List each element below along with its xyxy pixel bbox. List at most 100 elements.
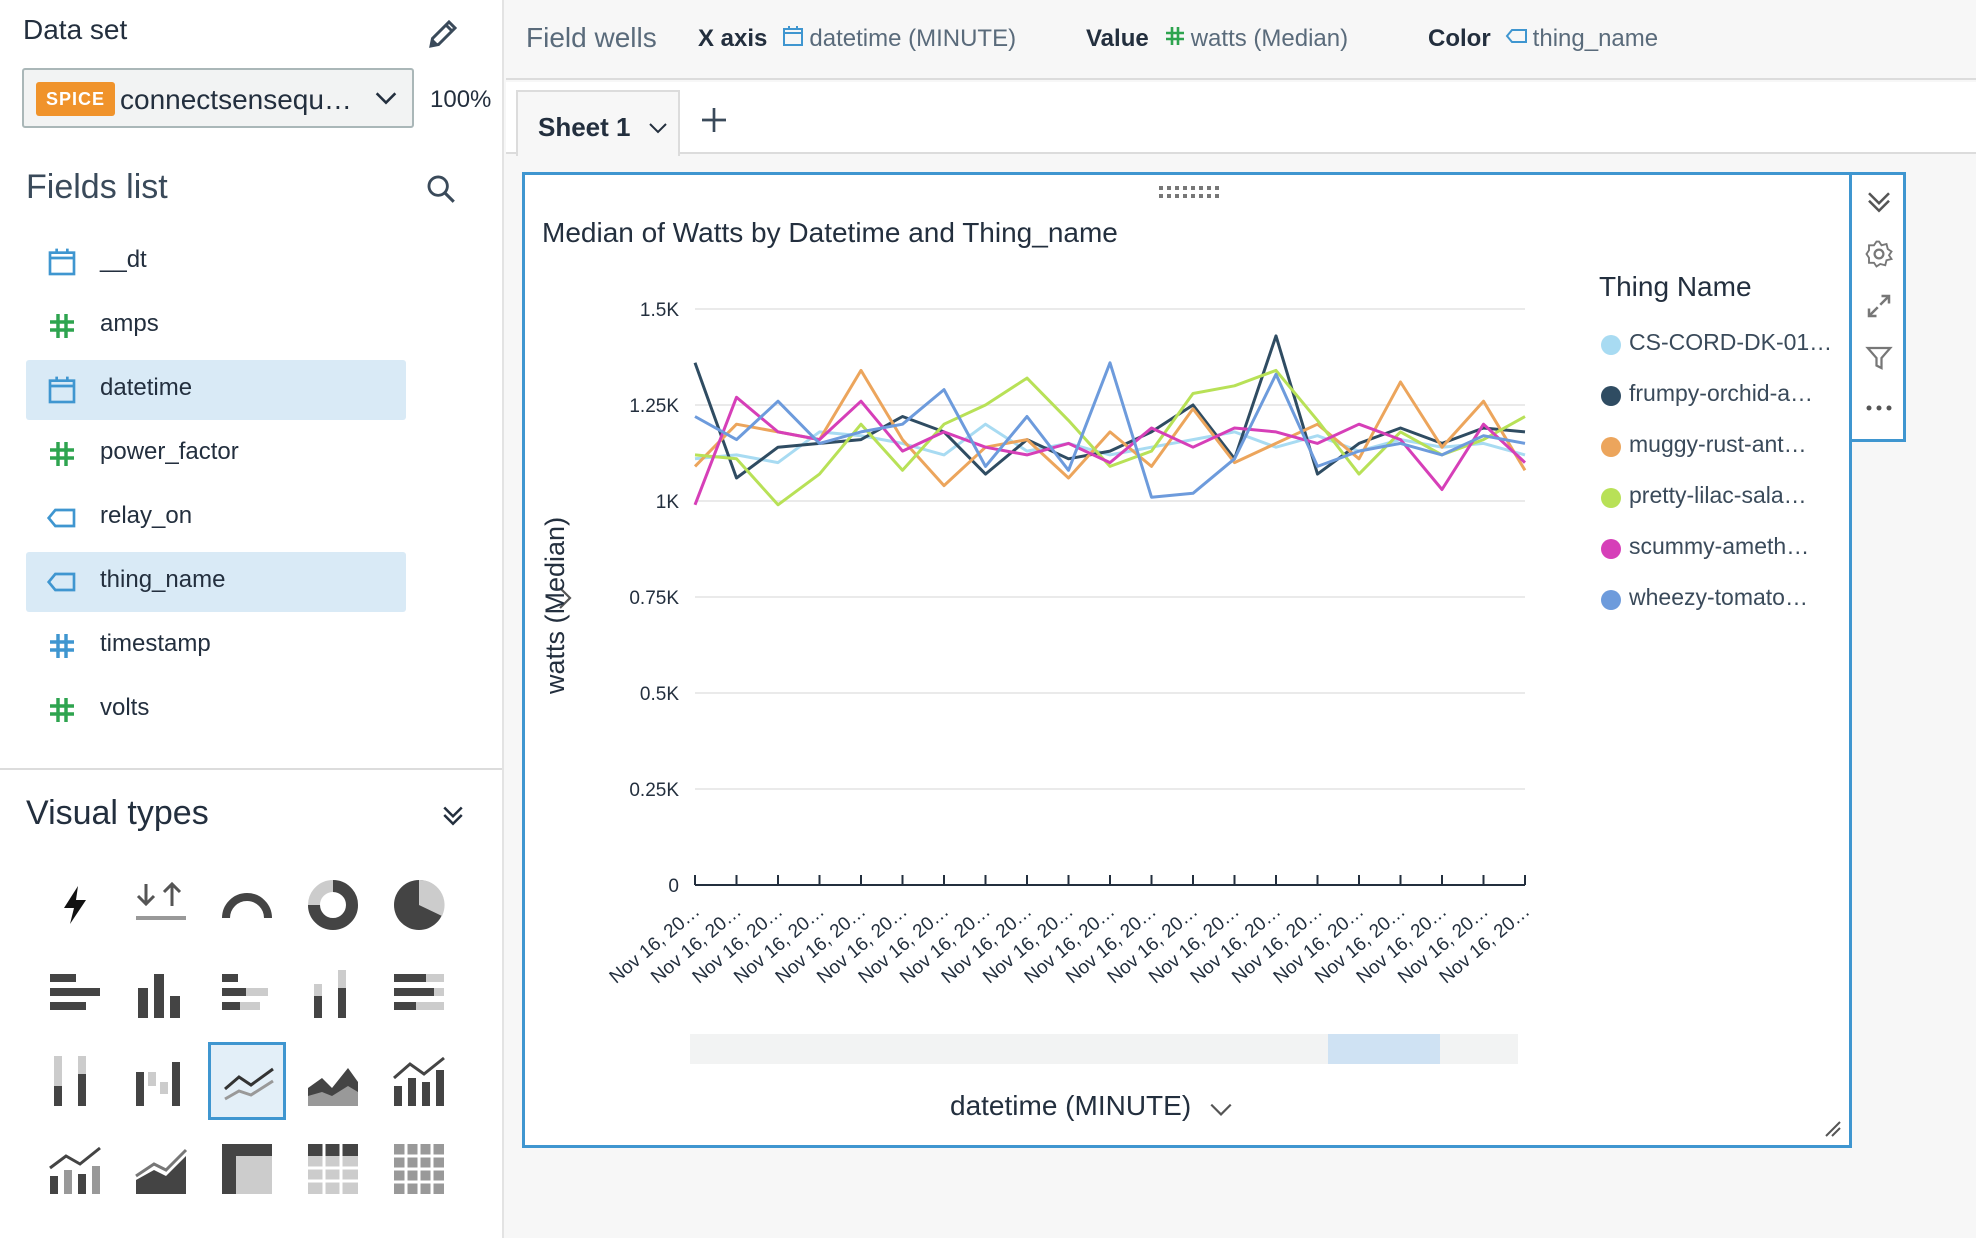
field-item-dt[interactable]: __dt	[26, 232, 406, 292]
hash-icon	[50, 698, 74, 722]
legend-swatch	[1601, 437, 1621, 457]
legend-label: pretty-lilac-sala…	[1629, 482, 1807, 508]
table-icon[interactable]	[294, 1130, 372, 1208]
x-axis-value: datetime (MINUTE)	[809, 25, 1017, 52]
color-well[interactable]: Color thing_name	[1428, 24, 1658, 53]
calendar-icon	[48, 376, 76, 404]
legend-item[interactable]: scummy-ameth…	[1599, 527, 1839, 578]
panel-divider[interactable]	[0, 768, 502, 770]
y-axis-title[interactable]: watts (Median)	[540, 517, 571, 694]
heat-map-icon[interactable]	[380, 1130, 458, 1208]
field-item-timestamp[interactable]: timestamp	[26, 616, 406, 676]
dataset-select[interactable]: SPICE connectsensequ…	[22, 68, 414, 128]
legend-swatch	[1601, 335, 1621, 355]
chevron-down-icon[interactable]	[1208, 1096, 1234, 1122]
tag-icon	[46, 508, 76, 528]
field-item-amps[interactable]: amps	[26, 296, 406, 356]
visual-types-title: Visual types	[26, 794, 209, 832]
field-item-datetime[interactable]: datetime	[26, 360, 406, 420]
donut-chart-icon[interactable]	[294, 866, 372, 944]
legend-item[interactable]: muggy-rust-ant…	[1599, 425, 1839, 476]
legend-label: frumpy-orchid-a…	[1629, 380, 1814, 406]
gauge-icon[interactable]	[208, 866, 286, 944]
kpi-icon[interactable]	[122, 866, 200, 944]
combo-chart-icon[interactable]	[380, 1042, 458, 1120]
collapse-icon[interactable]	[1864, 187, 1894, 217]
calendar-icon	[48, 248, 76, 276]
waterfall-icon[interactable]	[122, 1042, 200, 1120]
autograph-icon[interactable]	[36, 866, 114, 944]
percent-column-icon[interactable]	[36, 1042, 114, 1120]
fields-list-title: Fields list	[26, 168, 168, 206]
resize-handle-icon[interactable]	[1822, 1118, 1842, 1138]
y-tick-label: 0.5K	[640, 684, 679, 705]
legend-swatch	[1601, 488, 1621, 508]
vertical-bar-icon[interactable]	[122, 954, 200, 1032]
stacked-column-icon[interactable]	[294, 954, 372, 1032]
chevron-down-icon	[375, 92, 397, 105]
x-axis-label: X axis	[698, 25, 768, 52]
area-line-icon[interactable]	[122, 1130, 200, 1208]
x-axis-well[interactable]: X axis datetime (MINUTE)	[698, 24, 1016, 53]
combo-stacked-icon[interactable]	[36, 1130, 114, 1208]
field-item-volts[interactable]: volts	[26, 680, 406, 740]
color-label: Color	[1428, 25, 1491, 52]
scrollbar-thumb[interactable]	[1328, 1034, 1440, 1064]
chevron-down-icon[interactable]	[646, 116, 670, 140]
field-item-thing-name[interactable]: thing_name	[26, 552, 406, 612]
legend-item[interactable]: frumpy-orchid-a…	[1599, 374, 1839, 425]
legend-swatch	[1601, 539, 1621, 559]
legend-label: CS-CORD-DK-01…	[1629, 329, 1833, 355]
series-line	[693, 334, 1526, 480]
search-icon[interactable]	[424, 172, 458, 206]
plus-icon[interactable]	[698, 104, 730, 136]
y-tick-label: 0.75K	[629, 588, 679, 609]
legend-item[interactable]: wheezy-tomato…	[1599, 578, 1839, 629]
field-item-relay-on[interactable]: relay_on	[26, 488, 406, 548]
spice-badge: SPICE	[36, 82, 116, 116]
field-wells-title: Field wells	[526, 22, 657, 53]
y-tick-label: 0.25K	[629, 780, 679, 801]
value-label: Value	[1086, 25, 1149, 52]
sheet-tab-label: Sheet 1	[538, 112, 631, 142]
legend-swatch	[1601, 590, 1621, 610]
field-name: amps	[100, 310, 159, 337]
y-tick-label: 1.5K	[640, 300, 679, 321]
legend-item[interactable]: CS-CORD-DK-01…	[1599, 323, 1839, 374]
line-chart: 00.25K0.5K0.75K1K1.25K1.5KNov 16, 20…Nov…	[606, 300, 1534, 988]
pie-chart-icon[interactable]	[380, 866, 458, 944]
tab-sheet-1[interactable]: Sheet 1	[516, 90, 680, 156]
filter-icon[interactable]	[1864, 343, 1894, 373]
stacked-bar-icon[interactable]	[208, 954, 286, 1032]
field-name: datetime	[100, 374, 193, 401]
horizontal-bar-icon[interactable]	[36, 954, 114, 1032]
y-tick-label: 1.25K	[629, 396, 679, 417]
legend-label: muggy-rust-ant…	[1629, 431, 1807, 457]
gear-icon[interactable]	[1864, 239, 1894, 269]
x-axis-scrollbar[interactable]	[690, 1034, 1518, 1064]
visual-toolbar	[1850, 172, 1906, 442]
field-item-power-factor[interactable]: power_factor	[26, 424, 406, 484]
line-chart-icon[interactable]	[208, 1042, 286, 1120]
x-axis-title[interactable]: datetime (MINUTE)	[950, 1090, 1191, 1122]
legend-item[interactable]: pretty-lilac-sala…	[1599, 476, 1839, 527]
area-chart-icon[interactable]	[294, 1042, 372, 1120]
visual-card[interactable]: Median of Watts by Datetime and Thing_na…	[522, 172, 1852, 1148]
more-options-icon[interactable]	[1864, 393, 1894, 423]
dataset-label: Data set	[23, 14, 128, 45]
expand-icon[interactable]	[1864, 291, 1894, 321]
y-tick-label: 0	[668, 876, 679, 897]
hash-icon	[50, 314, 74, 338]
percent-bar-icon[interactable]	[380, 954, 458, 1032]
edit-pencil-icon[interactable]	[425, 16, 461, 52]
collapse-icon[interactable]	[438, 800, 468, 830]
value-well[interactable]: Value watts (Median)	[1086, 24, 1348, 53]
hash-blue-icon	[50, 634, 74, 658]
pivot-table-icon[interactable]	[208, 1130, 286, 1208]
field-name: power_factor	[100, 438, 239, 465]
legend: CS-CORD-DK-01… frumpy-orchid-a… muggy-ru…	[1599, 323, 1839, 629]
legend-label: wheezy-tomato…	[1629, 584, 1808, 610]
fields-list: __dt amps datetime power_factor relay_on…	[26, 232, 406, 744]
left-panel: Data set SPICE connectsensequ… 100% Fiel…	[0, 0, 504, 1238]
sheet-tabs: Sheet 1	[506, 82, 1976, 156]
